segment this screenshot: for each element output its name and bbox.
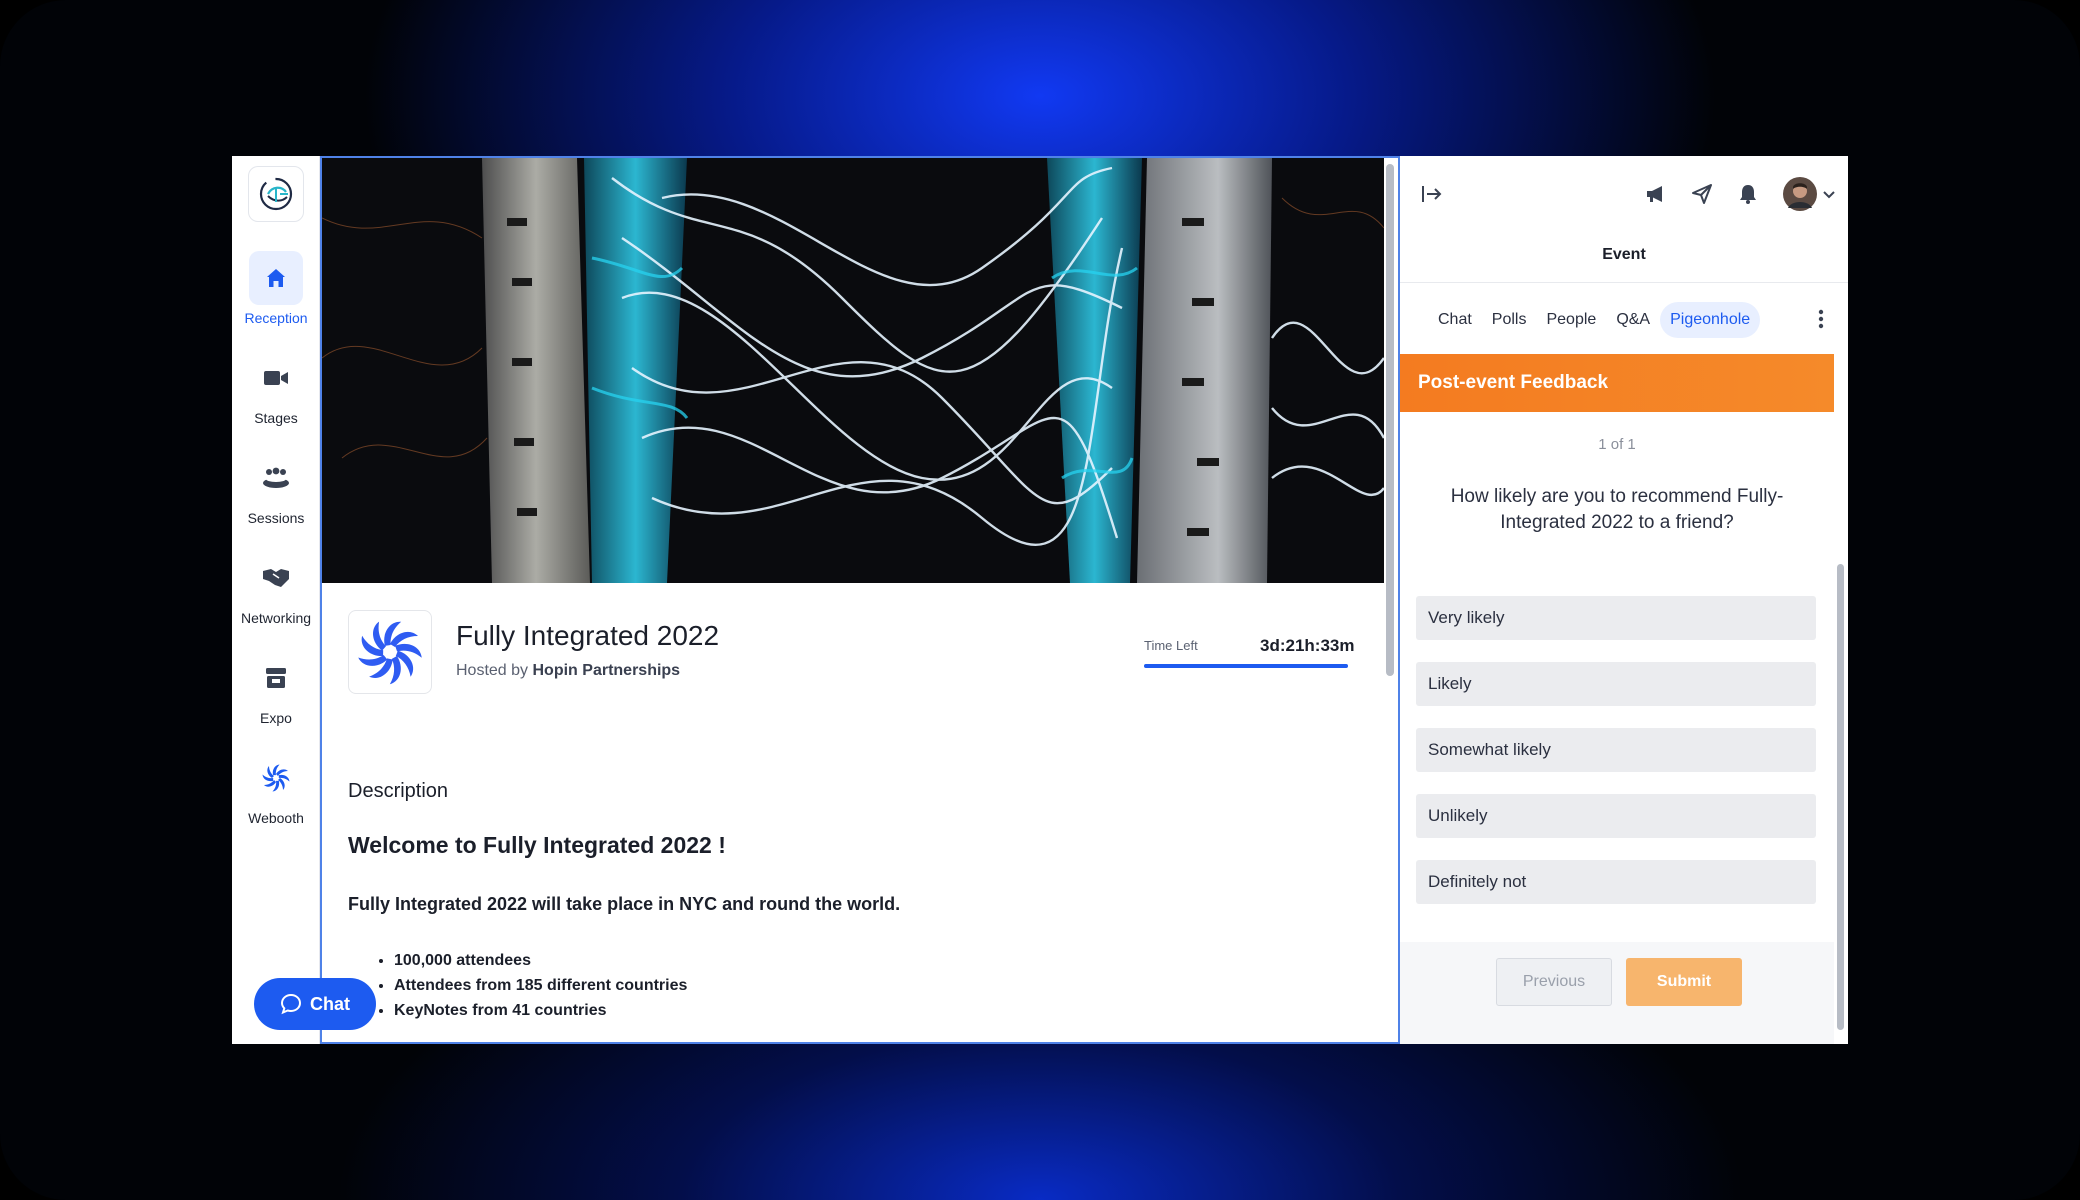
nav-label-webooth: Webooth — [248, 810, 304, 826]
announcements-button[interactable] — [1642, 180, 1670, 208]
kebab-menu-icon — [1818, 309, 1824, 329]
feedback-header: Post-event Feedback — [1400, 354, 1834, 412]
home-icon — [267, 269, 285, 287]
event-banner-image — [322, 158, 1384, 583]
nav-label-sessions: Sessions — [247, 510, 305, 526]
chat-bubble-icon — [280, 993, 302, 1015]
notifications-button[interactable] — [1734, 180, 1762, 208]
main-content: Fully Integrated 2022 Hosted by Hopin Pa… — [320, 156, 1400, 1044]
tab-pigeonhole[interactable]: Pigeonhole — [1660, 302, 1761, 338]
right-panel: Event Chat Polls People Q&A Pigeonhole P… — [1400, 156, 1848, 1044]
panel-tabs: Chat Polls People Q&A Pigeonhole — [1428, 302, 1761, 338]
time-left-progress — [1144, 664, 1348, 668]
nav-item-stages[interactable]: Stages — [232, 351, 320, 441]
answer-option-very-likely[interactable]: Very likely — [1416, 596, 1816, 640]
chat-button[interactable]: Chat — [254, 978, 376, 1030]
main-scrollbar-thumb[interactable] — [1386, 164, 1394, 676]
direct-messages-button[interactable] — [1688, 180, 1716, 208]
feedback-question: How likely are you to recommend Fully-In… — [1450, 486, 1784, 533]
collapse-panel-button[interactable] — [1418, 180, 1446, 208]
nav-label-networking: Networking — [240, 610, 312, 626]
time-left-progress-fill — [1144, 664, 1348, 668]
time-left-value: 3d:21h:33m — [1260, 636, 1355, 655]
answer-option-likely[interactable]: Likely — [1416, 662, 1816, 706]
nav-label-expo: Expo — [260, 710, 292, 726]
list-item: Attendees from 185 different countries — [394, 973, 687, 998]
description-welcome: Welcome to Fully Integrated 2022 ! — [348, 832, 726, 858]
list-item: KeyNotes from 41 countries — [394, 998, 687, 1023]
chevron-down-icon — [1823, 191, 1835, 199]
host-name[interactable]: Hopin Partnerships — [533, 662, 681, 679]
handshake-icon — [263, 569, 289, 587]
event-host-line: Hosted by Hopin Partnerships — [456, 662, 680, 680]
question-pager: 1 of 1 — [1598, 436, 1636, 453]
event-title: Fully Integrated 2022 — [456, 620, 720, 651]
nav-item-expo[interactable]: Expo — [232, 651, 320, 741]
answer-option-somewhat-likely[interactable]: Somewhat likely — [1416, 728, 1816, 772]
app-window: Reception Stages Sessions Networking Exp… — [232, 156, 1848, 1044]
chat-button-label: Chat — [310, 993, 350, 1014]
time-left-label: Time Left — [1144, 638, 1198, 653]
hosted-by-prefix: Hosted by — [456, 662, 529, 679]
people-group-icon — [263, 467, 289, 488]
panel-scrollbar-thumb[interactable] — [1837, 564, 1844, 1030]
main-scrollbar[interactable] — [1386, 162, 1394, 1042]
video-camera-icon — [264, 371, 288, 385]
event-logo — [348, 610, 432, 694]
bell-icon — [1740, 185, 1756, 204]
tab-people[interactable]: People — [1536, 302, 1606, 338]
banner-cables-illustration — [322, 158, 1384, 583]
brand-logo-icon — [259, 177, 293, 211]
nav-label-reception: Reception — [244, 310, 308, 326]
nav-item-webooth[interactable]: Webooth — [232, 751, 320, 841]
app-logo[interactable] — [248, 166, 304, 222]
paper-plane-icon — [1692, 184, 1712, 204]
description-heading: Description — [348, 780, 449, 802]
nav-label-stages: Stages — [254, 410, 298, 426]
left-nav: Reception Stages Sessions Networking Exp… — [232, 156, 320, 1044]
tab-chat[interactable]: Chat — [1428, 302, 1482, 338]
avatar — [1783, 177, 1817, 211]
webooth-icon — [262, 764, 290, 792]
tab-qa[interactable]: Q&A — [1606, 302, 1660, 338]
submit-button[interactable]: Submit — [1626, 958, 1742, 1006]
answer-option-unlikely[interactable]: Unlikely — [1416, 794, 1816, 838]
megaphone-icon — [1647, 186, 1662, 202]
profile-menu[interactable] — [1780, 176, 1838, 212]
description-lead: Fully Integrated 2022 will take place in… — [348, 894, 901, 914]
nav-item-networking[interactable]: Networking — [232, 551, 320, 641]
feedback-footer — [1400, 942, 1834, 1044]
panel-scrollbar[interactable] — [1837, 412, 1844, 1032]
panel-title: Event — [1602, 246, 1646, 263]
panel-divider — [1400, 282, 1848, 283]
event-brand-icon — [358, 621, 422, 685]
more-options-button[interactable] — [1818, 308, 1824, 335]
description-bullets: 100,000 attendees Attendees from 185 dif… — [394, 948, 687, 1023]
nav-item-sessions[interactable]: Sessions — [232, 451, 320, 541]
booth-icon — [266, 668, 286, 688]
list-item: 100,000 attendees — [394, 948, 687, 973]
previous-button[interactable]: Previous — [1496, 958, 1612, 1006]
answer-option-definitely-not[interactable]: Definitely not — [1416, 860, 1816, 904]
nav-item-reception[interactable]: Reception — [232, 251, 320, 341]
collapse-arrow-icon — [1422, 186, 1442, 202]
tab-polls[interactable]: Polls — [1482, 302, 1537, 338]
